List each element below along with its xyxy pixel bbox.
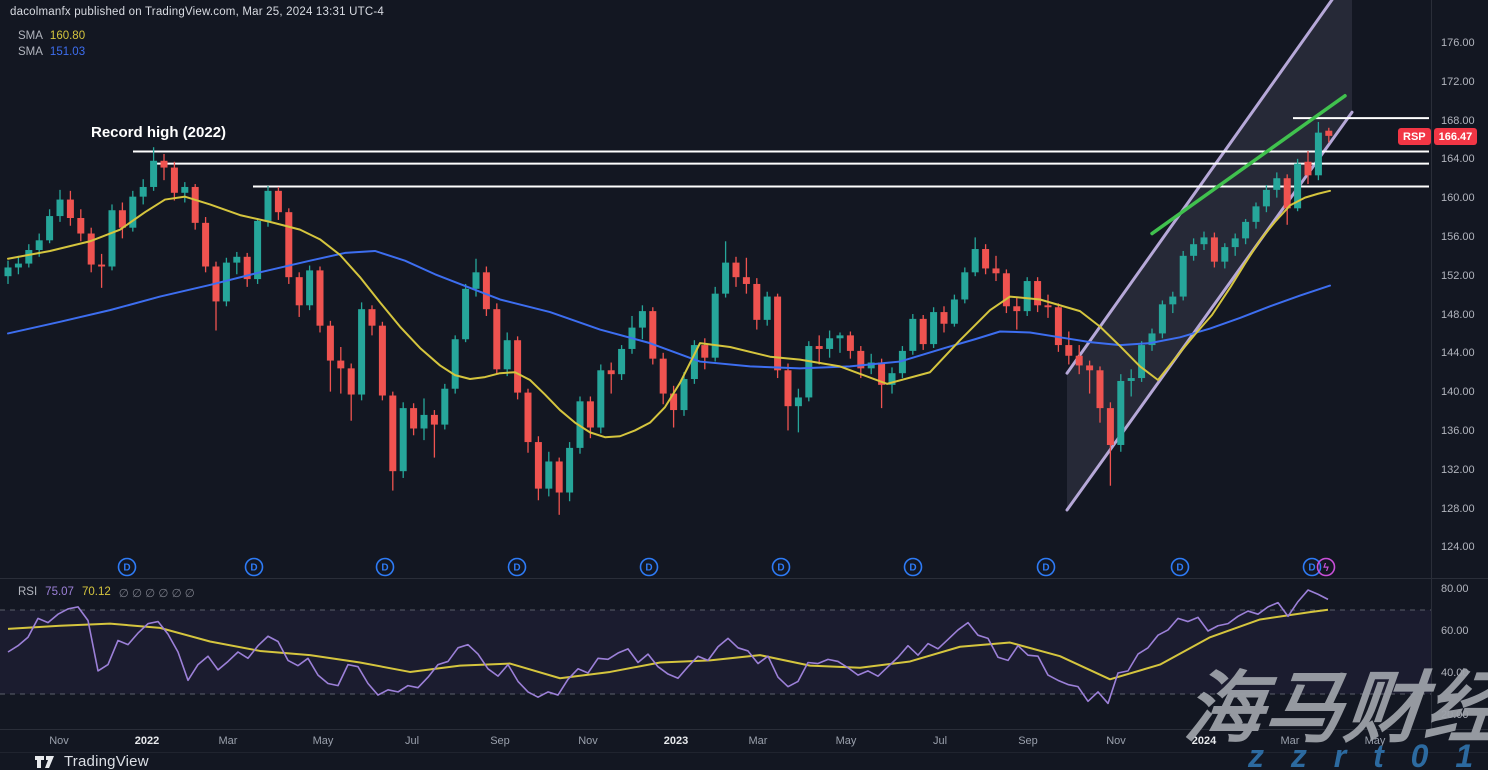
time-tick-month: Jul [933,735,947,747]
price-tick: 128.00 [1441,503,1475,515]
price-tick: 132.00 [1441,464,1475,476]
price-tick: 144.00 [1441,347,1475,359]
price-tick: 176.00 [1441,37,1475,49]
legend-rsi[interactable]: RSI 75.07 70.12 ∅ ∅ ∅ ∅ ∅ ∅ [18,586,195,600]
legend-sma-fast[interactable]: SMA 160.80 [18,30,85,42]
dividend-marker[interactable]: D [246,559,263,576]
rsi-hidden-values: ∅ ∅ ∅ ∅ ∅ ∅ [119,586,195,600]
svg-text:ϟ: ϟ [1323,562,1329,574]
dividend-marker[interactable]: D [905,559,922,576]
dividend-marker[interactable]: D [119,559,136,576]
publish-attribution: dacolmanfx published on TradingView.com,… [10,6,384,18]
time-tick-month: Nov [578,735,598,747]
pane-separator[interactable] [0,578,1488,579]
time-tick-month: Sep [1018,735,1038,747]
main-chart-pane[interactable]: D D D D D D D D D Dϟ [0,0,1431,578]
dividend-marker[interactable]: D [641,559,658,576]
svg-text:D: D [1176,563,1183,574]
price-tick: 172.00 [1441,76,1475,88]
time-tick-month: May [836,735,857,747]
dividend-marker[interactable]: D [377,559,394,576]
time-tick-month: Nov [1106,735,1126,747]
svg-text:D: D [1308,563,1315,574]
sma-slow-label: SMA [18,46,43,58]
legend-sma-slow[interactable]: SMA 151.03 [18,46,85,58]
time-tick-month: Mar [749,735,768,747]
price-axis[interactable]: 176.00 172.00 168.00 164.00 160.00 156.00 152.… [1431,0,1488,729]
last-price-value: 166.47 [1434,128,1478,145]
price-tick: 152.00 [1441,270,1475,282]
time-tick-month: Nov [49,735,69,747]
record-high-annotation: Record high (2022) [91,124,226,141]
svg-text:D: D [1042,563,1049,574]
ticker-tag: RSP [1398,128,1431,145]
dividend-marker[interactable]: D [773,559,790,576]
svg-text:D: D [250,563,257,574]
time-tick-year: 2023 [664,735,688,747]
time-tick-month: May [313,735,334,747]
price-tick: 168.00 [1441,115,1475,127]
svg-text:D: D [123,563,130,574]
price-tick: 160.00 [1441,192,1475,204]
rsi-value: 75.07 [45,586,74,600]
rsi-tick: 60.00 [1441,625,1469,637]
sma-fast-label: SMA [18,30,43,42]
timeline-markers: D D D D D D D D D Dϟ [119,559,1335,576]
svg-text:D: D [645,563,652,574]
sma-fast-value: 160.80 [50,30,85,42]
time-tick-month: Mar [219,735,238,747]
watermark-site: z z r t 0 1 . c n [1248,738,1488,770]
svg-text:D: D [909,563,916,574]
svg-text:D: D [513,563,520,574]
rsi-label: RSI [18,586,37,600]
sma-slow-value: 151.03 [50,46,85,58]
price-tick: 164.00 [1441,153,1475,165]
svg-text:D: D [777,563,784,574]
price-tick: 124.00 [1441,541,1475,553]
dividend-marker[interactable]: D [1038,559,1055,576]
time-tick-month: Sep [490,735,510,747]
price-tick: 136.00 [1441,425,1475,437]
time-tick-month: Jul [405,735,419,747]
tradingview-published-chart: { "header": { "publish_line": "dacolmanf… [0,0,1488,770]
dividend-marker[interactable]: D [509,559,526,576]
last-price-badge: RSP 166.47 [1398,128,1477,145]
price-tick: 140.00 [1441,386,1475,398]
svg-text:D: D [381,563,388,574]
dividend-marker[interactable]: D [1172,559,1189,576]
tradingview-brand-text[interactable]: TradingView [64,753,149,770]
rsi-ma-value: 70.12 [82,586,111,600]
rsi-tick: 80.00 [1441,583,1469,595]
time-tick-year: 2022 [135,735,159,747]
tradingview-logo-icon[interactable] [34,754,56,770]
price-tick: 156.00 [1441,231,1475,243]
price-tick: 148.00 [1441,309,1475,321]
